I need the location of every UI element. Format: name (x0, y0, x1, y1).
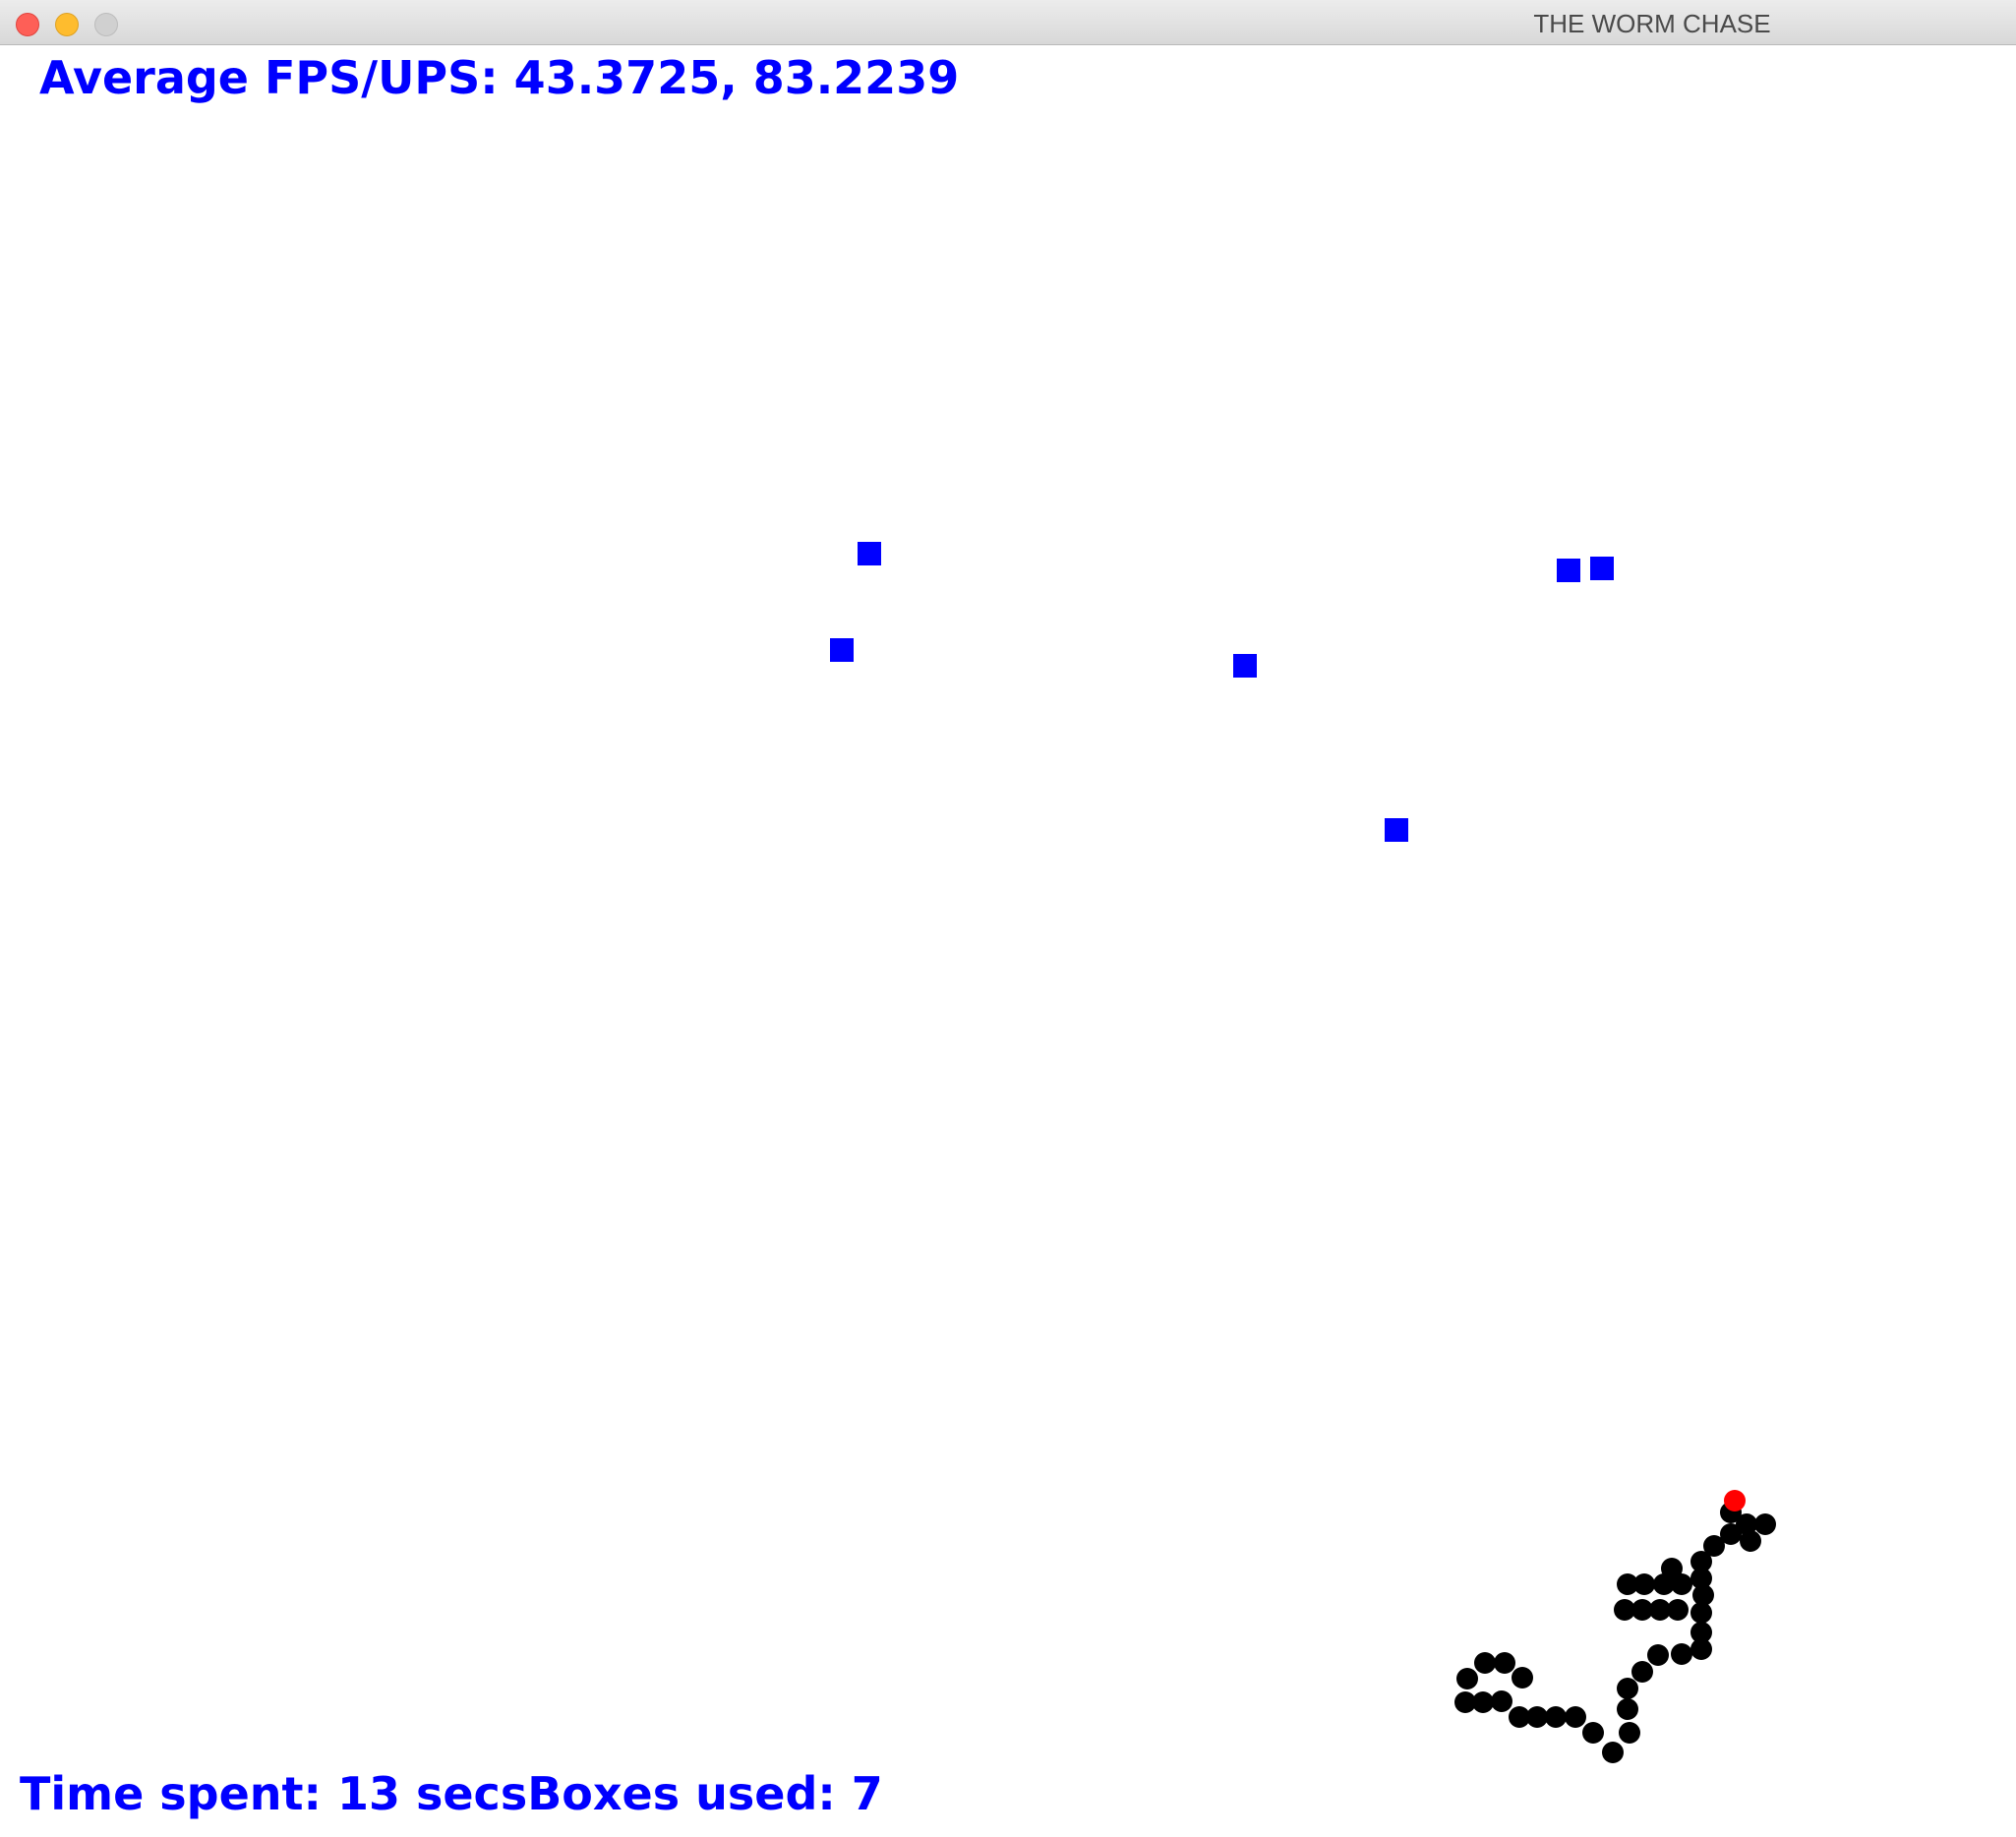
window-title: THE WORM CHASE (1533, 9, 1771, 38)
worm-segment (1617, 1698, 1638, 1720)
worm-segment (1617, 1573, 1638, 1595)
boxes-used-text: Boxes used: 7 (527, 1767, 883, 1820)
worm-segment (1614, 1599, 1635, 1621)
title-bar: THE WORM CHASE (0, 0, 2016, 45)
worm-segment (1474, 1652, 1496, 1674)
worm-segment (1494, 1652, 1515, 1674)
worm-segment (1491, 1690, 1512, 1712)
worm-segment (1509, 1706, 1530, 1728)
worm-segment (1671, 1643, 1692, 1665)
worm-segment (1617, 1678, 1638, 1699)
worm-segment (1454, 1691, 1476, 1713)
worm-segment (1661, 1558, 1683, 1579)
time-spent-text: Time spent: 13 secs (20, 1767, 528, 1820)
game-canvas[interactable]: Average FPS/UPS: 43.3725, 83.2239 Time s… (0, 45, 2016, 1837)
close-window-button[interactable] (16, 13, 39, 36)
worm-segment (1740, 1530, 1761, 1552)
worm-segment (1619, 1722, 1640, 1744)
worm-segment (1631, 1661, 1653, 1683)
worm-segment (1512, 1667, 1533, 1689)
worm-segment (1690, 1602, 1712, 1624)
worm-segment (1456, 1668, 1478, 1689)
worm-segment (1754, 1513, 1776, 1535)
zoom-window-button[interactable] (94, 13, 118, 36)
minimize-window-button[interactable] (55, 13, 79, 36)
worm-segment (1565, 1706, 1586, 1728)
game-window: THE WORM CHASE Average FPS/UPS: 43.3725,… (0, 0, 2016, 1837)
worm-segment (1647, 1644, 1669, 1666)
worm-segment (1602, 1742, 1624, 1763)
status-line: Time spent: 13 secsBoxes used: 7 (20, 1771, 883, 1816)
worm (1454, 1490, 1776, 1763)
worm-segment (1690, 1638, 1712, 1660)
worm-segment (1582, 1722, 1604, 1744)
worm-segment (1545, 1706, 1567, 1728)
worm-head (1724, 1490, 1746, 1511)
